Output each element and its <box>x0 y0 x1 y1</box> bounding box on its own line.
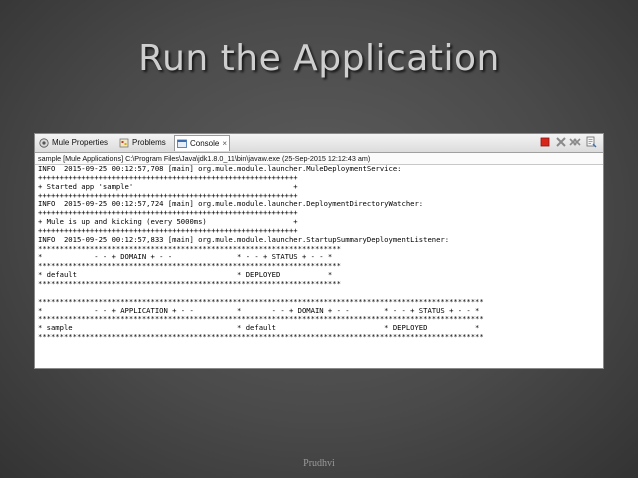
tab-label: Problems <box>132 138 166 147</box>
tab-mule-properties[interactable]: Mule Properties <box>37 135 115 151</box>
tab-label: Console <box>190 139 220 148</box>
problems-icon <box>119 138 129 148</box>
console-output: INFO 2015-09-25 00:12:57,708 [main] org.… <box>38 164 603 342</box>
mule-properties-icon <box>39 138 49 148</box>
remove-all-terminated-icon[interactable] <box>569 136 581 148</box>
view-tab-bar: Mule Properties Problems Console × <box>35 134 603 153</box>
tab-console[interactable]: Console × <box>174 135 230 151</box>
close-icon[interactable]: × <box>222 136 227 152</box>
console-toolbar <box>539 136 599 150</box>
slide-title: Run the Application <box>138 38 500 79</box>
console-line: ****************************************… <box>38 278 341 288</box>
console-icon <box>177 139 187 148</box>
console-line: ****************************************… <box>38 332 484 342</box>
terminate-icon[interactable] <box>539 136 551 148</box>
remove-launch-icon[interactable] <box>555 136 567 148</box>
tab-label: Mule Properties <box>52 138 109 147</box>
slide-footer: Prudhvi <box>303 458 335 469</box>
clear-console-icon[interactable] <box>585 136 597 148</box>
tab-problems[interactable]: Problems <box>117 135 173 151</box>
eclipse-console-view: Mule Properties Problems Console × sampl… <box>34 133 604 369</box>
